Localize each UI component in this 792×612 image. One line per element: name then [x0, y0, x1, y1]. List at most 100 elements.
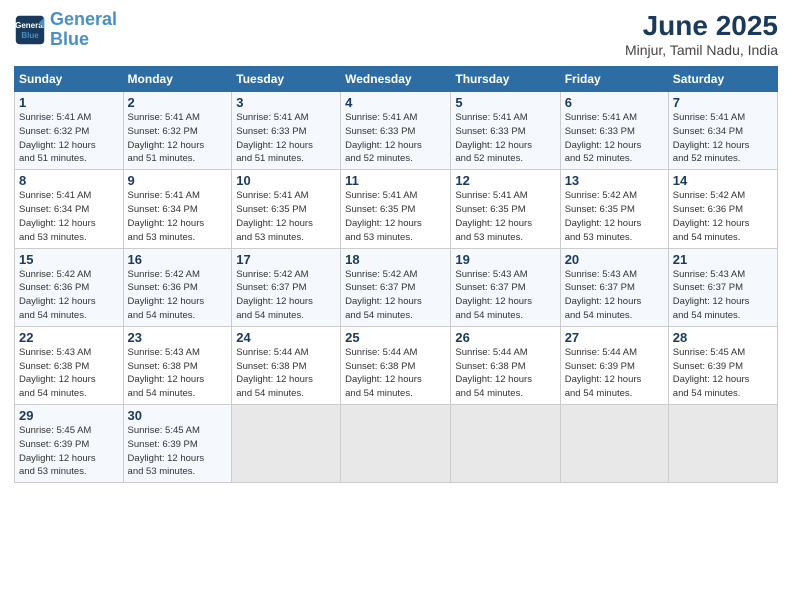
day-number: 27 [565, 330, 664, 345]
day-number: 10 [236, 173, 336, 188]
title-block: June 2025 Minjur, Tamil Nadu, India [625, 10, 778, 58]
day-detail: Sunrise: 5:42 AMSunset: 6:36 PMDaylight:… [673, 190, 750, 242]
day-number: 13 [565, 173, 664, 188]
svg-text:Blue: Blue [21, 31, 39, 40]
day-detail: Sunrise: 5:41 AMSunset: 6:34 PMDaylight:… [673, 112, 750, 164]
day-number: 4 [345, 95, 446, 110]
calendar-cell: 9 Sunrise: 5:41 AMSunset: 6:34 PMDayligh… [123, 170, 232, 248]
calendar-cell: 16 Sunrise: 5:42 AMSunset: 6:36 PMDaylig… [123, 248, 232, 326]
day-number: 8 [19, 173, 119, 188]
calendar-cell: 6 Sunrise: 5:41 AMSunset: 6:33 PMDayligh… [560, 92, 668, 170]
day-detail: Sunrise: 5:43 AMSunset: 6:37 PMDaylight:… [673, 269, 750, 321]
day-detail: Sunrise: 5:43 AMSunset: 6:38 PMDaylight:… [19, 347, 96, 399]
calendar-cell: 28 Sunrise: 5:45 AMSunset: 6:39 PMDaylig… [668, 326, 777, 404]
day-number: 24 [236, 330, 336, 345]
day-number: 28 [673, 330, 773, 345]
day-detail: Sunrise: 5:41 AMSunset: 6:34 PMDaylight:… [19, 190, 96, 242]
calendar-cell: 30 Sunrise: 5:45 AMSunset: 6:39 PMDaylig… [123, 405, 232, 483]
table-row: 1 Sunrise: 5:41 AMSunset: 6:32 PMDayligh… [15, 92, 778, 170]
calendar-body: 1 Sunrise: 5:41 AMSunset: 6:32 PMDayligh… [15, 92, 778, 483]
day-detail: Sunrise: 5:44 AMSunset: 6:38 PMDaylight:… [455, 347, 532, 399]
table-row: 8 Sunrise: 5:41 AMSunset: 6:34 PMDayligh… [15, 170, 778, 248]
logo-text-line2: Blue [50, 30, 117, 50]
calendar-cell: 26 Sunrise: 5:44 AMSunset: 6:38 PMDaylig… [451, 326, 560, 404]
day-number: 19 [455, 252, 555, 267]
day-detail: Sunrise: 5:45 AMSunset: 6:39 PMDaylight:… [19, 425, 96, 477]
main-container: General Blue General Blue June 2025 Minj… [0, 0, 792, 493]
day-detail: Sunrise: 5:44 AMSunset: 6:38 PMDaylight:… [236, 347, 313, 399]
logo-text-line1: General [50, 10, 117, 30]
calendar-cell: 29 Sunrise: 5:45 AMSunset: 6:39 PMDaylig… [15, 405, 124, 483]
day-detail: Sunrise: 5:41 AMSunset: 6:33 PMDaylight:… [455, 112, 532, 164]
day-number: 16 [128, 252, 228, 267]
table-row: 15 Sunrise: 5:42 AMSunset: 6:36 PMDaylig… [15, 248, 778, 326]
calendar-cell: 3 Sunrise: 5:41 AMSunset: 6:33 PMDayligh… [232, 92, 341, 170]
table-row: 29 Sunrise: 5:45 AMSunset: 6:39 PMDaylig… [15, 405, 778, 483]
day-number: 7 [673, 95, 773, 110]
day-detail: Sunrise: 5:41 AMSunset: 6:35 PMDaylight:… [455, 190, 532, 242]
calendar-cell: 19 Sunrise: 5:43 AMSunset: 6:37 PMDaylig… [451, 248, 560, 326]
day-number: 29 [19, 408, 119, 423]
col-sunday: Sunday [15, 67, 124, 92]
calendar-cell: 1 Sunrise: 5:41 AMSunset: 6:32 PMDayligh… [15, 92, 124, 170]
day-number: 25 [345, 330, 446, 345]
calendar-cell: 23 Sunrise: 5:43 AMSunset: 6:38 PMDaylig… [123, 326, 232, 404]
calendar-cell: 24 Sunrise: 5:44 AMSunset: 6:38 PMDaylig… [232, 326, 341, 404]
calendar-cell [341, 405, 451, 483]
day-number: 6 [565, 95, 664, 110]
day-number: 15 [19, 252, 119, 267]
location-title: Minjur, Tamil Nadu, India [625, 42, 778, 58]
day-number: 20 [565, 252, 664, 267]
day-detail: Sunrise: 5:41 AMSunset: 6:33 PMDaylight:… [565, 112, 642, 164]
day-detail: Sunrise: 5:42 AMSunset: 6:35 PMDaylight:… [565, 190, 642, 242]
table-row: 22 Sunrise: 5:43 AMSunset: 6:38 PMDaylig… [15, 326, 778, 404]
col-tuesday: Tuesday [232, 67, 341, 92]
day-detail: Sunrise: 5:41 AMSunset: 6:35 PMDaylight:… [236, 190, 313, 242]
day-number: 21 [673, 252, 773, 267]
calendar-cell: 27 Sunrise: 5:44 AMSunset: 6:39 PMDaylig… [560, 326, 668, 404]
calendar-cell: 8 Sunrise: 5:41 AMSunset: 6:34 PMDayligh… [15, 170, 124, 248]
calendar-cell: 7 Sunrise: 5:41 AMSunset: 6:34 PMDayligh… [668, 92, 777, 170]
col-saturday: Saturday [668, 67, 777, 92]
day-detail: Sunrise: 5:42 AMSunset: 6:37 PMDaylight:… [345, 269, 422, 321]
day-number: 26 [455, 330, 555, 345]
logo-icon: General Blue [14, 14, 46, 46]
calendar-cell: 22 Sunrise: 5:43 AMSunset: 6:38 PMDaylig… [15, 326, 124, 404]
calendar-cell: 4 Sunrise: 5:41 AMSunset: 6:33 PMDayligh… [341, 92, 451, 170]
day-detail: Sunrise: 5:41 AMSunset: 6:33 PMDaylight:… [236, 112, 313, 164]
day-detail: Sunrise: 5:43 AMSunset: 6:37 PMDaylight:… [565, 269, 642, 321]
calendar-cell: 11 Sunrise: 5:41 AMSunset: 6:35 PMDaylig… [341, 170, 451, 248]
calendar-cell: 13 Sunrise: 5:42 AMSunset: 6:35 PMDaylig… [560, 170, 668, 248]
day-detail: Sunrise: 5:42 AMSunset: 6:36 PMDaylight:… [19, 269, 96, 321]
day-number: 3 [236, 95, 336, 110]
col-friday: Friday [560, 67, 668, 92]
calendar-cell: 15 Sunrise: 5:42 AMSunset: 6:36 PMDaylig… [15, 248, 124, 326]
day-number: 12 [455, 173, 555, 188]
day-number: 14 [673, 173, 773, 188]
calendar-cell [232, 405, 341, 483]
day-number: 9 [128, 173, 228, 188]
day-number: 30 [128, 408, 228, 423]
day-detail: Sunrise: 5:45 AMSunset: 6:39 PMDaylight:… [673, 347, 750, 399]
col-thursday: Thursday [451, 67, 560, 92]
day-detail: Sunrise: 5:42 AMSunset: 6:36 PMDaylight:… [128, 269, 205, 321]
day-detail: Sunrise: 5:45 AMSunset: 6:39 PMDaylight:… [128, 425, 205, 477]
calendar-cell: 12 Sunrise: 5:41 AMSunset: 6:35 PMDaylig… [451, 170, 560, 248]
day-detail: Sunrise: 5:41 AMSunset: 6:32 PMDaylight:… [19, 112, 96, 164]
day-number: 1 [19, 95, 119, 110]
header: General Blue General Blue June 2025 Minj… [14, 10, 778, 58]
day-number: 18 [345, 252, 446, 267]
calendar-cell: 20 Sunrise: 5:43 AMSunset: 6:37 PMDaylig… [560, 248, 668, 326]
day-number: 11 [345, 173, 446, 188]
day-number: 5 [455, 95, 555, 110]
day-detail: Sunrise: 5:43 AMSunset: 6:38 PMDaylight:… [128, 347, 205, 399]
day-detail: Sunrise: 5:41 AMSunset: 6:32 PMDaylight:… [128, 112, 205, 164]
calendar-table: Sunday Monday Tuesday Wednesday Thursday… [14, 66, 778, 483]
day-detail: Sunrise: 5:41 AMSunset: 6:33 PMDaylight:… [345, 112, 422, 164]
col-monday: Monday [123, 67, 232, 92]
calendar-cell: 10 Sunrise: 5:41 AMSunset: 6:35 PMDaylig… [232, 170, 341, 248]
calendar-cell: 5 Sunrise: 5:41 AMSunset: 6:33 PMDayligh… [451, 92, 560, 170]
day-detail: Sunrise: 5:41 AMSunset: 6:35 PMDaylight:… [345, 190, 422, 242]
day-number: 17 [236, 252, 336, 267]
month-title: June 2025 [625, 10, 778, 42]
